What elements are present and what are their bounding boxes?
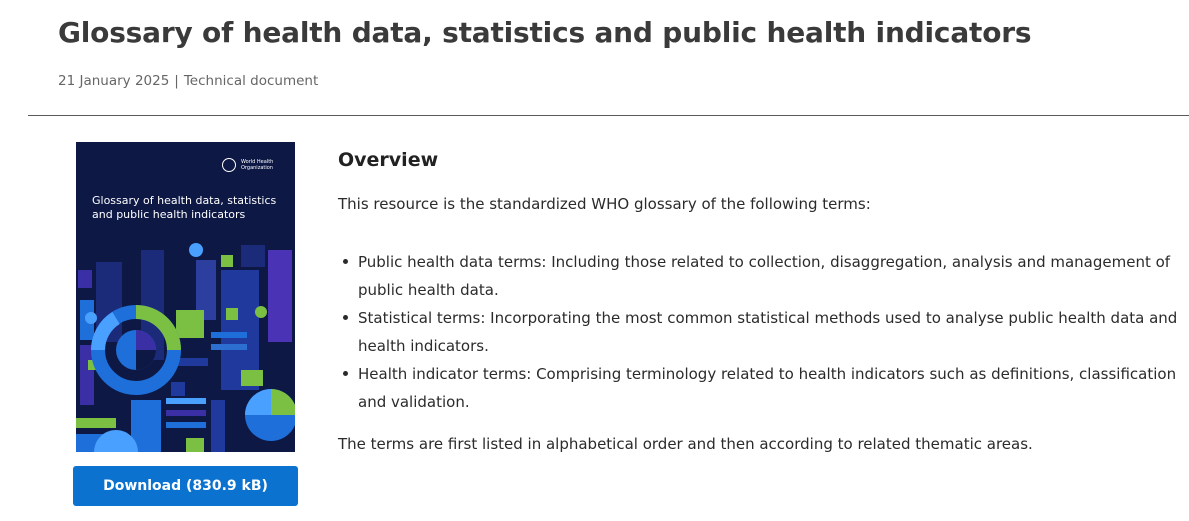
- publication-meta: 21 January 2025 | Technical document: [58, 72, 318, 90]
- meta-separator: |: [174, 73, 179, 89]
- overview-closing: The terms are first listed in alphabetic…: [338, 435, 1033, 453]
- list-item: Public health data terms: Including thos…: [343, 248, 1178, 304]
- cover-title: Glossary of health data, statistics and …: [92, 194, 277, 221]
- list-item: Statistical terms: Incorporating the mos…: [343, 304, 1178, 360]
- document-type: Technical document: [183, 73, 319, 89]
- document-cover-image[interactable]: World Health Organization Glossary of he…: [76, 142, 295, 452]
- cover-graphic: [76, 240, 295, 452]
- page-title: Glossary of health data, statistics and …: [58, 16, 1032, 49]
- cover-logo-text: World Health Organization: [241, 159, 274, 171]
- header-divider: [28, 115, 1189, 116]
- who-emblem-icon: [222, 158, 236, 172]
- overview-intro: This resource is the standardized WHO gl…: [338, 195, 871, 213]
- terms-list: Public health data terms: Including thos…: [343, 248, 1178, 416]
- overview-heading: Overview: [338, 149, 439, 171]
- publication-date: 21 January 2025: [58, 73, 170, 89]
- list-item: Health indicator terms: Comprising termi…: [343, 360, 1178, 416]
- who-logo: World Health Organization: [222, 158, 281, 172]
- download-button[interactable]: Download (830.9 kB): [73, 466, 298, 506]
